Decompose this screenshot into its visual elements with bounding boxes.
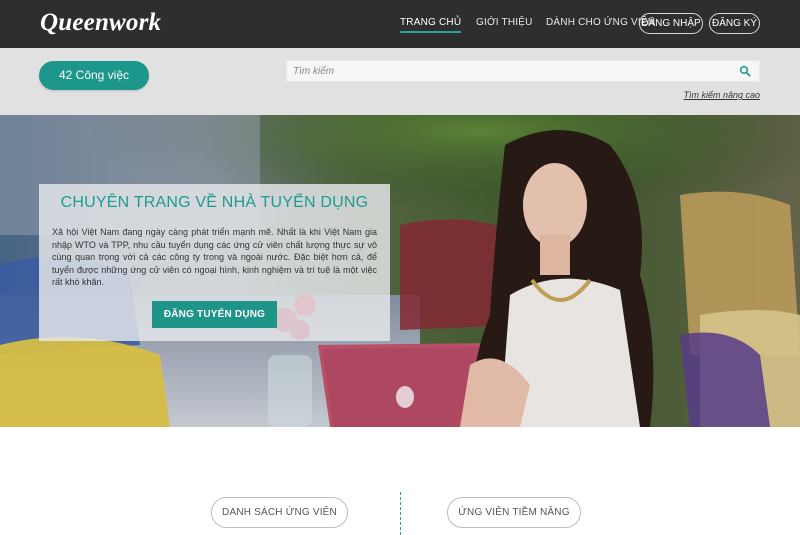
nav-home[interactable]: TRANG CHỦ — [400, 17, 462, 33]
register-button[interactable]: ĐĂNG KÝ — [709, 13, 760, 34]
search-bar-section: 42 Công việc Tìm kiếm nâng cao — [0, 48, 800, 115]
hero-banner: CHUYÊN TRANG VỀ NHÀ TUYỂN DỤNG Xã hội Vi… — [0, 115, 800, 427]
hero-title: CHUYÊN TRANG VỀ NHÀ TUYỂN DỤNG — [60, 194, 369, 211]
hero-info-card: CHUYÊN TRANG VỀ NHÀ TUYỂN DỤNG Xã hội Vi… — [39, 184, 390, 341]
nav-about[interactable]: GIỚI THIỆU — [476, 17, 533, 28]
candidate-list-button[interactable]: DANH SÁCH ỨNG VIÊN — [211, 497, 348, 528]
hero-description: Xã hội Việt Nam đang ngày càng phát triể… — [52, 227, 377, 287]
search-box — [286, 60, 760, 82]
top-navigation-bar: Queenwork TRANG CHỦ GIỚI THIỆU DÀNH CHO … — [0, 0, 800, 48]
advanced-search-link[interactable]: Tìm kiếm nâng cao — [683, 90, 760, 100]
search-input[interactable] — [287, 61, 727, 81]
logo[interactable]: Queenwork — [40, 9, 161, 37]
jobs-count-button[interactable]: 42 Công việc — [39, 61, 149, 90]
section-divider — [400, 492, 401, 535]
post-job-button[interactable]: ĐĂNG TUYỂN DỤNG — [152, 301, 277, 328]
potential-candidates-button[interactable]: ỨNG VIÊN TIỀM NĂNG — [447, 497, 581, 528]
login-button[interactable]: ĐĂNG NHẬP — [639, 13, 703, 34]
search-icon[interactable] — [739, 65, 751, 77]
